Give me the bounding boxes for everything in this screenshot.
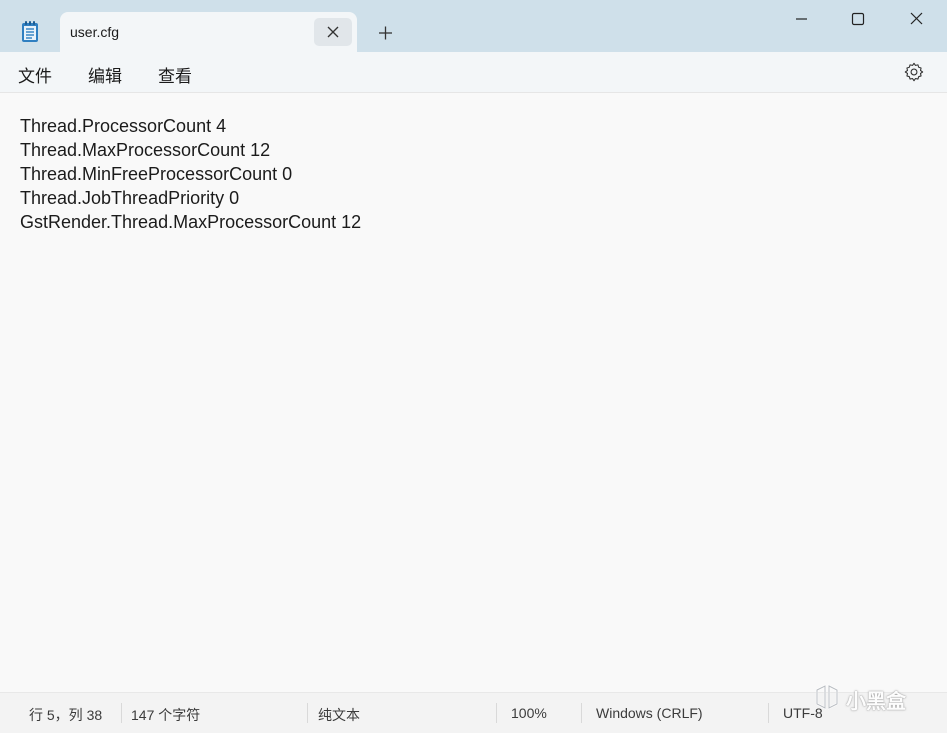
zoom-level[interactable]: 100% [511,705,547,721]
notepad-icon [22,21,38,42]
close-icon [910,12,923,25]
editor-line: Thread.MinFreeProcessorCount 0 [20,164,293,184]
editor-line: Thread.MaxProcessorCount 12 [20,140,271,160]
status-divider [307,703,308,723]
gear-icon[interactable] [903,61,925,83]
editor-line: Thread.ProcessorCount 4 [20,116,227,136]
minimize-icon [796,18,807,20]
watermark: 小黑盒 [812,682,924,713]
cursor-position: 行 5，列 38 [29,707,103,723]
line-ending[interactable]: Windows (CRLF) [596,705,703,721]
status-divider [496,703,497,723]
heybox-logo-icon [815,684,839,710]
watermark-text: 小黑盒 [846,691,906,713]
status-bar: 行 5，列 38 147 个字符 纯文本 100% Windows (CRLF)… [0,692,947,733]
status-divider [768,703,769,723]
plus-icon [379,26,392,40]
maximize-icon [851,12,865,26]
new-tab-button[interactable] [367,18,403,48]
status-divider [121,703,122,723]
title-bar[interactable]: user.cfg [0,0,947,52]
tab-title: user.cfg [70,24,120,40]
text-editor[interactable]: Thread.ProcessorCount 4 Thread.MaxProces… [0,93,947,692]
maximize-button[interactable] [829,0,887,40]
close-tab-button[interactable] [314,18,352,46]
close-window-button[interactable] [887,0,945,40]
text-format[interactable]: 纯文本 [318,705,360,725]
menu-file[interactable]: 文件 [18,62,52,87]
menu-bar: 文件 编辑 查看 [0,52,947,93]
status-divider [581,703,582,723]
editor-line: Thread.JobThreadPriority 0 [20,188,240,208]
tab-user-cfg[interactable]: user.cfg [60,12,357,52]
menu-view[interactable]: 查看 [158,62,192,87]
minimize-button[interactable] [772,0,830,40]
editor-line: GstRender.Thread.MaxProcessorCount 12 [20,212,362,232]
character-count: 147 个字符 [131,707,201,723]
close-icon [327,26,339,38]
menu-edit[interactable]: 编辑 [88,62,122,87]
